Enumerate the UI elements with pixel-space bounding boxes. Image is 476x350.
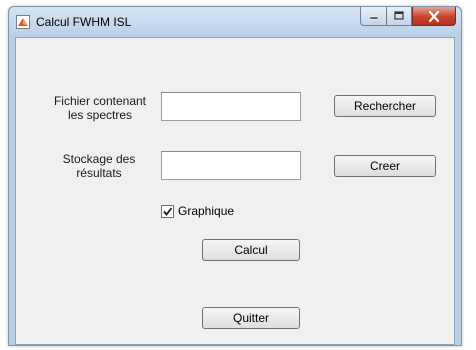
close-button[interactable]	[412, 7, 456, 26]
title-bar[interactable]: Calcul FWHM ISL	[9, 7, 461, 37]
minimize-button[interactable]	[360, 7, 386, 26]
matlab-figure-icon	[16, 15, 30, 29]
quit-button[interactable]: Quitter	[202, 307, 300, 329]
results-storage-field[interactable]	[161, 151, 301, 180]
app-window: Calcul FWHM ISL Fichier contenant les sp…	[8, 6, 462, 346]
window-title: Calcul FWHM ISL	[36, 15, 132, 29]
spectra-file-field[interactable]	[161, 92, 301, 121]
results-storage-label: Stockage des résultats	[62, 152, 136, 180]
maximize-icon	[394, 11, 404, 20]
form-panel: Fichier contenant les spectres Recherche…	[15, 37, 455, 345]
minimize-icon	[369, 16, 378, 20]
compute-button[interactable]: Calcul	[202, 239, 300, 261]
close-icon	[428, 10, 440, 22]
graph-checkbox[interactable]	[161, 205, 174, 218]
create-button[interactable]: Creer	[334, 155, 436, 177]
window-controls	[360, 7, 456, 27]
checkmark-icon	[163, 207, 173, 216]
graph-checkbox-label: Graphique	[178, 204, 235, 218]
spectra-file-label: Fichier contenant les spectres	[53, 94, 147, 122]
maximize-button[interactable]	[386, 7, 412, 26]
browse-button[interactable]: Rechercher	[334, 95, 436, 117]
